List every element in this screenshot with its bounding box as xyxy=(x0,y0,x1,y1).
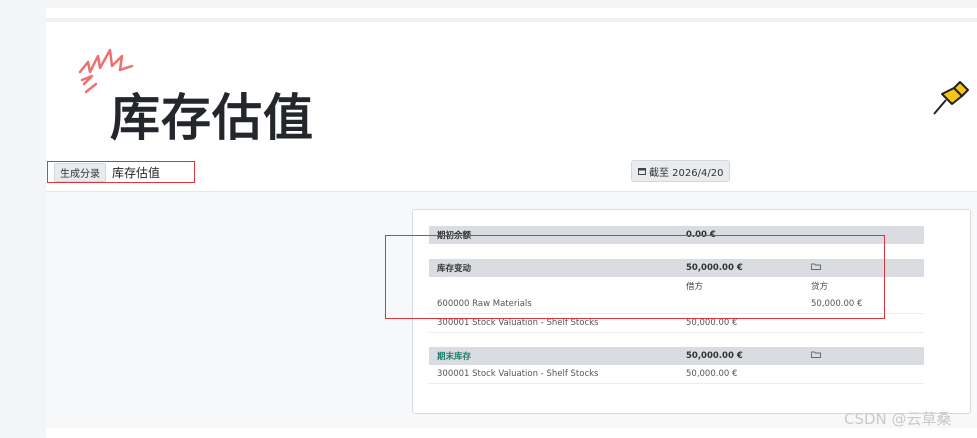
date-filter-button[interactable]: 截至 2026/4/20 xyxy=(631,160,731,182)
closing-folder[interactable] xyxy=(811,351,821,361)
line-debit: 50,000.00 € xyxy=(686,369,738,379)
generate-entries-button[interactable]: 生成分录 xyxy=(54,162,106,182)
calendar-icon xyxy=(638,168,646,175)
closing-row[interactable]: 期末库存 50,000.00 € xyxy=(429,347,924,365)
page-title: 库存估值 xyxy=(110,89,314,147)
top-band xyxy=(46,8,977,18)
breadcrumb-current: 库存估值 xyxy=(112,165,161,180)
pushpin-icon xyxy=(933,81,969,115)
highlight-annotation xyxy=(385,235,885,319)
page-main: 库存估值 生成分录 库存估值 截至 2026/4/20 期初余额 0.00 € … xyxy=(46,22,977,428)
closing-amount: 50,000.00 € xyxy=(686,351,743,361)
control-bar: 生成分录 库存估值 截至 2026/4/20 xyxy=(46,157,977,192)
title-banner: 库存估值 xyxy=(46,22,977,162)
folder-open-icon xyxy=(811,351,821,358)
watermark: CSDN @云草桑 xyxy=(844,410,952,428)
line-account: 300001 Stock Valuation - Shelf Stocks xyxy=(437,369,599,379)
closing-label: 期末库存 xyxy=(437,352,472,362)
bottom-band xyxy=(46,428,977,438)
left-margin xyxy=(0,0,46,438)
date-filter-label: 截至 2026/4/20 xyxy=(649,167,724,179)
line-debit: 50,000.00 € xyxy=(686,318,738,328)
line-account: 300001 Stock Valuation - Shelf Stocks xyxy=(437,318,599,328)
table-row[interactable]: 300001 Stock Valuation - Shelf Stocks 50… xyxy=(429,365,924,384)
top-margin xyxy=(46,0,977,8)
breadcrumb: 生成分录 库存估值 xyxy=(47,161,195,183)
